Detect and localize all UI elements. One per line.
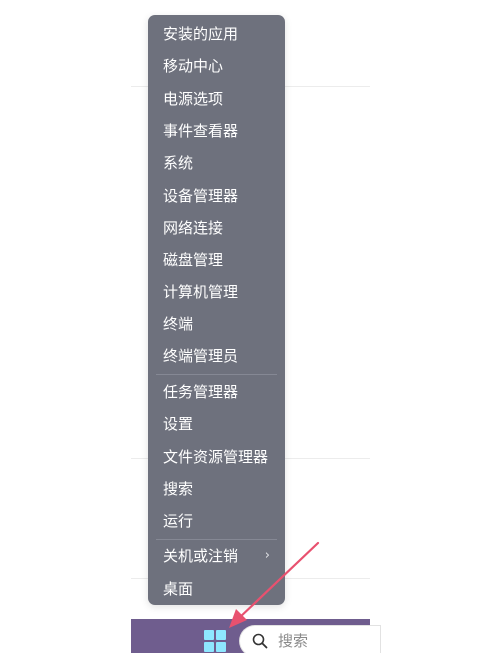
menu-item-network-connections[interactable]: 网络连接 xyxy=(148,213,285,243)
winx-context-menu: 安装的应用 移动中心 电源选项 事件查看器 系统 设备管理器 网络连接 磁盘管理… xyxy=(148,15,285,605)
chevron-right-icon: › xyxy=(264,548,270,563)
menu-item-terminal[interactable]: 终端 xyxy=(148,309,285,339)
menu-item-shutdown-signout[interactable]: 关机或注销 › xyxy=(148,541,285,571)
menu-item-task-manager[interactable]: 任务管理器 xyxy=(148,377,285,407)
menu-item-desktop[interactable]: 桌面 xyxy=(148,574,285,604)
menu-item-device-manager[interactable]: 设备管理器 xyxy=(148,181,285,211)
menu-separator xyxy=(156,539,277,540)
menu-item-search[interactable]: 搜索 xyxy=(148,474,285,504)
menu-item-file-explorer[interactable]: 文件资源管理器 xyxy=(148,442,285,472)
menu-item-computer-management[interactable]: 计算机管理 xyxy=(148,277,285,307)
menu-item-power-options[interactable]: 电源选项 xyxy=(148,84,285,114)
menu-item-terminal-admin[interactable]: 终端管理员 xyxy=(148,341,285,371)
menu-item-shutdown-label: 关机或注销 xyxy=(163,547,239,565)
menu-item-installed-apps[interactable]: 安装的应用 xyxy=(148,19,285,49)
screenshot-stage: 安装的应用 移动中心 电源选项 事件查看器 系统 设备管理器 网络连接 磁盘管理… xyxy=(0,0,500,653)
menu-item-system[interactable]: 系统 xyxy=(148,148,285,178)
taskbar-search-box[interactable]: 搜索 xyxy=(240,626,380,653)
menu-item-event-viewer[interactable]: 事件查看器 xyxy=(148,116,285,146)
menu-item-settings[interactable]: 设置 xyxy=(148,409,285,439)
search-icon xyxy=(252,633,268,649)
windows-logo-icon[interactable] xyxy=(204,630,226,652)
menu-item-mobility-center[interactable]: 移动中心 xyxy=(148,51,285,81)
menu-item-run[interactable]: 运行 xyxy=(148,506,285,536)
menu-separator xyxy=(156,374,277,375)
search-label: 搜索 xyxy=(278,632,309,650)
menu-item-disk-management[interactable]: 磁盘管理 xyxy=(148,245,285,275)
